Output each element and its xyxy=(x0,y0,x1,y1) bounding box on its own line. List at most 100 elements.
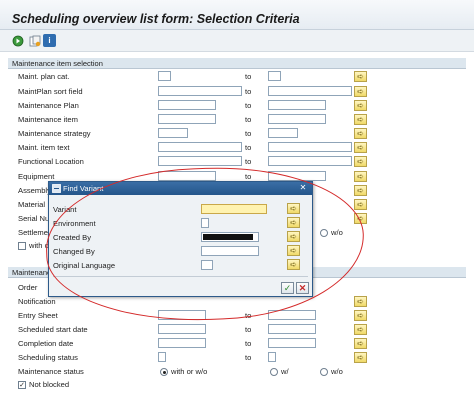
to-label: to xyxy=(245,339,252,348)
multiple-selection-button[interactable]: ➪ xyxy=(287,231,300,242)
maintplan-sort-field-from-input[interactable] xyxy=(158,86,242,96)
label-assembly: Assembly xyxy=(18,186,51,195)
variant-input[interactable] xyxy=(201,204,267,214)
status-without-label: w/o xyxy=(331,367,343,376)
not-blocked-label: Not blocked xyxy=(29,380,70,389)
execute-button[interactable]: ✓ xyxy=(281,282,294,294)
completion-date-to-input[interactable] xyxy=(268,338,316,348)
label-maintenance-strategy: Maintenance strategy xyxy=(18,129,91,138)
multiple-selection-button[interactable]: ➪ xyxy=(354,185,367,196)
not-blocked-checkbox[interactable]: ✓ xyxy=(18,381,26,389)
maintenance-item-to-input[interactable] xyxy=(268,114,326,124)
to-label: to xyxy=(245,325,252,334)
information-icon[interactable]: i xyxy=(43,34,56,47)
equipment-from-input[interactable] xyxy=(158,171,216,181)
completion-date-from-input[interactable] xyxy=(158,338,206,348)
status-with-or-without-radio[interactable] xyxy=(160,368,168,376)
status-without-radio[interactable] xyxy=(320,368,328,376)
functional-location-from-input[interactable] xyxy=(158,156,242,166)
dialog-label-original-language: Original Language xyxy=(53,261,116,270)
equipment-to-input[interactable] xyxy=(268,171,326,181)
maint-item-text-to-input[interactable] xyxy=(268,142,352,152)
environment-input[interactable] xyxy=(201,218,209,228)
label-maint-item-text: Maint. item text xyxy=(18,143,70,152)
multiple-selection-button[interactable]: ➪ xyxy=(354,324,367,335)
multiple-selection-button[interactable]: ➪ xyxy=(354,128,367,139)
settlement-without-radio[interactable] xyxy=(320,229,328,237)
multiple-selection-button[interactable]: ➪ xyxy=(354,100,367,111)
scheduling-status-from-input[interactable] xyxy=(158,352,166,362)
changed-by-input[interactable] xyxy=(201,246,259,256)
maint-plan-cat-from-input[interactable] xyxy=(158,71,171,81)
maint-plan-cat-to-input[interactable] xyxy=(268,71,281,81)
multiple-selection-button[interactable]: ➪ xyxy=(354,310,367,321)
label-scheduled-start-date: Scheduled start date xyxy=(18,325,88,334)
multiple-selection-button[interactable]: ➪ xyxy=(354,213,367,224)
group-maintenance-item-selection: Maintenance item selection xyxy=(8,58,466,69)
dialog-title-bar: Find Variant xyxy=(49,182,312,195)
multiple-selection-button[interactable]: ➪ xyxy=(354,86,367,97)
original-language-input[interactable] xyxy=(201,260,213,270)
dialog-label-environment: Environment xyxy=(53,219,96,228)
multiple-selection-button[interactable]: ➪ xyxy=(354,114,367,125)
label-maintenance-plan: Maintenance Plan xyxy=(18,101,79,110)
multiple-selection-button[interactable]: ➪ xyxy=(287,245,300,256)
entry-sheet-to-input[interactable] xyxy=(268,310,316,320)
multiple-selection-button[interactable]: ➪ xyxy=(287,217,300,228)
multiple-selection-button[interactable]: ➪ xyxy=(354,142,367,153)
maintenance-plan-from-input[interactable] xyxy=(158,100,216,110)
settlement-without-label: w/o xyxy=(331,228,343,237)
application-toolbar: i xyxy=(0,30,474,52)
multiple-selection-button[interactable]: ➪ xyxy=(354,296,367,307)
label-maint-plan-cat: Maint. plan cat. xyxy=(18,72,70,81)
to-label: to xyxy=(245,311,252,320)
status-with-or-without-label: with or w/o xyxy=(171,367,208,376)
to-label: to xyxy=(245,87,252,96)
execute-icon[interactable] xyxy=(11,34,24,47)
scheduled-start-date-from-input[interactable] xyxy=(158,324,206,334)
dialog-label-created-by: Created By xyxy=(53,233,91,242)
status-with-radio[interactable] xyxy=(270,368,278,376)
multiple-selection-button[interactable]: ➪ xyxy=(354,199,367,210)
label-settlement: Settleme xyxy=(18,228,48,237)
get-variant-icon[interactable] xyxy=(28,34,41,47)
dialog-divider xyxy=(53,276,308,277)
maintenance-item-from-input[interactable] xyxy=(158,114,216,124)
cancel-button[interactable]: ✕ xyxy=(296,282,309,294)
to-label: to xyxy=(245,115,252,124)
multiple-selection-button[interactable]: ➪ xyxy=(287,203,300,214)
to-label: to xyxy=(245,129,252,138)
status-with-label: w/ xyxy=(281,367,289,376)
redaction-mark xyxy=(203,234,253,240)
maint-item-text-from-input[interactable] xyxy=(158,142,242,152)
label-entry-sheet: Entry Sheet xyxy=(18,311,58,320)
multiple-selection-button[interactable]: ➪ xyxy=(287,259,300,270)
with-checkbox[interactable] xyxy=(18,242,26,250)
multiple-selection-button[interactable]: ➪ xyxy=(354,171,367,182)
multiple-selection-button[interactable]: ➪ xyxy=(354,71,367,82)
label-completion-date: Completion date xyxy=(18,339,74,348)
maintenance-plan-to-input[interactable] xyxy=(268,100,326,110)
entry-sheet-from-input[interactable] xyxy=(158,310,206,320)
find-variant-dialog: Find Variant ✕ Variant ➪ Environment ➪ C… xyxy=(48,181,313,297)
close-icon[interactable]: ✕ xyxy=(298,183,308,193)
to-label: to xyxy=(245,143,252,152)
maintplan-sort-field-to-input[interactable] xyxy=(268,86,352,96)
maintenance-strategy-from-input[interactable] xyxy=(158,128,188,138)
to-label: to xyxy=(245,353,252,362)
multiple-selection-button[interactable]: ➪ xyxy=(354,156,367,167)
dialog-app-icon xyxy=(52,184,61,193)
dialog-label-variant: Variant xyxy=(53,205,77,214)
label-notification: Notification xyxy=(18,297,56,306)
to-label: to xyxy=(245,72,252,81)
maintenance-strategy-to-input[interactable] xyxy=(268,128,298,138)
dialog-label-changed-by: Changed By xyxy=(53,247,95,256)
multiple-selection-button[interactable]: ➪ xyxy=(354,352,367,363)
scheduled-start-date-to-input[interactable] xyxy=(268,324,316,334)
label-maintenance-item: Maintenance item xyxy=(18,115,78,124)
functional-location-to-input[interactable] xyxy=(268,156,352,166)
label-scheduling-status: Scheduling status xyxy=(18,353,78,362)
multiple-selection-button[interactable]: ➪ xyxy=(354,338,367,349)
label-maintplan-sort-field: MaintPlan sort field xyxy=(18,87,83,96)
scheduling-status-to-input[interactable] xyxy=(268,352,276,362)
